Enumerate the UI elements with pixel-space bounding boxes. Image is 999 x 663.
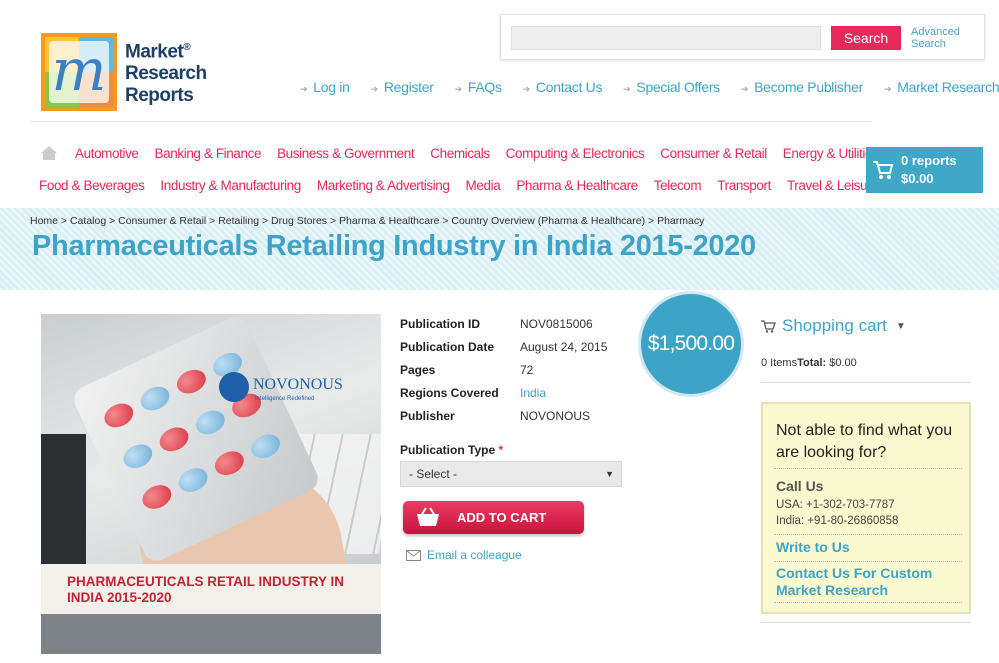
nav-media[interactable]: Media [466, 178, 501, 193]
detail-row: Publication ID NOV0815006 [400, 317, 593, 331]
advanced-search-link[interactable]: Advanced Search [911, 26, 960, 50]
faqs-link[interactable]: ➔ FAQs [455, 79, 502, 95]
arrow-icon: ➔ [370, 84, 379, 94]
contact-us-link[interactable]: ➔ Contact Us [523, 79, 603, 95]
nav-industry-manufacturing[interactable]: Industry & Manufacturing [160, 178, 301, 193]
top-links: ➔ Log in ➔ Register ➔ FAQs ➔ Contact Us ➔ Spe… [300, 79, 999, 95]
breadcrumb[interactable]: Home > Catalog > Consumer & Retail > Ret… [30, 215, 704, 227]
nav-energy-utilities[interactable]: Energy & Utilities [783, 146, 879, 161]
search-input[interactable] [511, 26, 821, 50]
arrow-icon: ➔ [454, 84, 463, 94]
detail-row: Publisher NOVONOUS [400, 409, 591, 423]
nav-business-government[interactable]: Business & Government [277, 146, 415, 161]
blog-link[interactable]: ➔Market Research Blog [884, 79, 999, 95]
home-icon[interactable] [40, 145, 58, 161]
price-badge: $1,500.00 [641, 294, 741, 394]
search-panel: Search Advanced Search [500, 14, 985, 60]
add-to-cart-button[interactable]: ADD TO CART [403, 501, 584, 534]
nav-banking-finance[interactable]: Banking & Finance [155, 146, 262, 161]
help-box: Not able to find what you are looking fo… [761, 402, 971, 614]
call-us-heading: Call Us [776, 478, 824, 494]
dropdown-arrow-icon: ▼ [605, 469, 614, 479]
nav-travel-leisure[interactable]: Travel & Leisure [787, 178, 879, 193]
header-divider [30, 121, 872, 122]
nav-pharma-healthcare[interactable]: Pharma & Healthcare [516, 178, 638, 193]
logo-text: Market® Research Reports [125, 41, 207, 107]
arrow-icon: ➔ [522, 84, 531, 94]
category-nav-row-2: Food & Beverages Industry & Manufacturin… [39, 178, 894, 193]
write-to-us-link[interactable]: Write to Us [776, 539, 850, 556]
publication-type-select[interactable]: - Select - ▼ [400, 461, 622, 487]
nav-computing-electronics[interactable]: Computing & Electronics [506, 146, 645, 161]
nav-consumer-retail[interactable]: Consumer & Retail [660, 146, 767, 161]
header-cart-button[interactable]: 0 reports $0.00 [866, 147, 983, 193]
arrow-icon: ➔ [300, 84, 308, 94]
login-link[interactable]: ➔ Log in [300, 79, 350, 95]
envelope-icon [406, 549, 421, 561]
cover-title: PHARMACEUTICALS RETAIL INDUSTRY IN INDIA… [67, 574, 345, 605]
nav-automotive[interactable]: Automotive [75, 146, 139, 161]
detail-row: Regions Covered India [400, 382, 607, 405]
help-question: Not able to find what you are looking fo… [776, 422, 953, 461]
special-offers-link[interactable]: ➔ Special Offers [623, 79, 720, 95]
page-title: Pharmaceuticals Retailing Industry in In… [32, 230, 756, 262]
nav-transport[interactable]: Transport [717, 178, 771, 193]
publication-type-label: Publication Type * [400, 443, 504, 457]
publication-details: Publication ID NOV0815006 Publication Dat… [400, 313, 607, 428]
region-link[interactable]: India [520, 382, 546, 405]
divider [761, 382, 971, 383]
category-nav-row-1: Automotive Banking & Finance Business & … [75, 146, 894, 161]
register-link[interactable]: ➔ Register [371, 79, 434, 95]
become-publisher-link[interactable]: ➔ Become Publisher [741, 79, 863, 95]
detail-row: Publication Date August 24, 2015 [400, 340, 608, 354]
nav-marketing-advertising[interactable]: Marketing & Advertising [317, 178, 450, 193]
logo-mark: m [41, 33, 117, 111]
nav-telecom[interactable]: Telecom [654, 178, 702, 193]
cart-icon [873, 161, 894, 179]
search-button[interactable]: Search [831, 26, 901, 50]
report-cover-image: NOVONOUS Intelligence Redefined PHARMACE… [41, 314, 381, 654]
cart-amount: $0.00 [901, 171, 934, 186]
nav-chemicals[interactable]: Chemicals [430, 146, 490, 161]
shopping-cart-toggle[interactable]: Shopping cart ▼ [761, 316, 906, 336]
arrow-icon: ➔ [740, 84, 749, 94]
email-colleague-link[interactable]: Email a colleague [406, 548, 522, 562]
cart-icon [761, 319, 776, 333]
custom-research-link[interactable]: Contact Us For Custom Market Research [776, 565, 966, 599]
site-logo[interactable]: m Market® Research Reports [41, 33, 207, 111]
arrow-icon: ➔ [883, 84, 892, 94]
nav-food-beverages[interactable]: Food & Beverages [39, 178, 145, 193]
basket-icon [417, 507, 439, 526]
phone-india: India: +91-80-26860858 [776, 515, 899, 527]
chevron-down-icon: ▼ [895, 320, 906, 332]
detail-row: Pages 72 [400, 363, 534, 377]
cover-publisher-logo: NOVONOUS Intelligence Redefined [219, 372, 369, 412]
cart-summary: 0 ItemsTotal: $0.00 [761, 357, 857, 369]
arrow-icon: ➔ [623, 84, 631, 94]
phone-usa: USA: +1-302-703-7787 [776, 499, 895, 511]
cart-report-count: 0 reports [901, 153, 957, 168]
divider [761, 622, 971, 623]
